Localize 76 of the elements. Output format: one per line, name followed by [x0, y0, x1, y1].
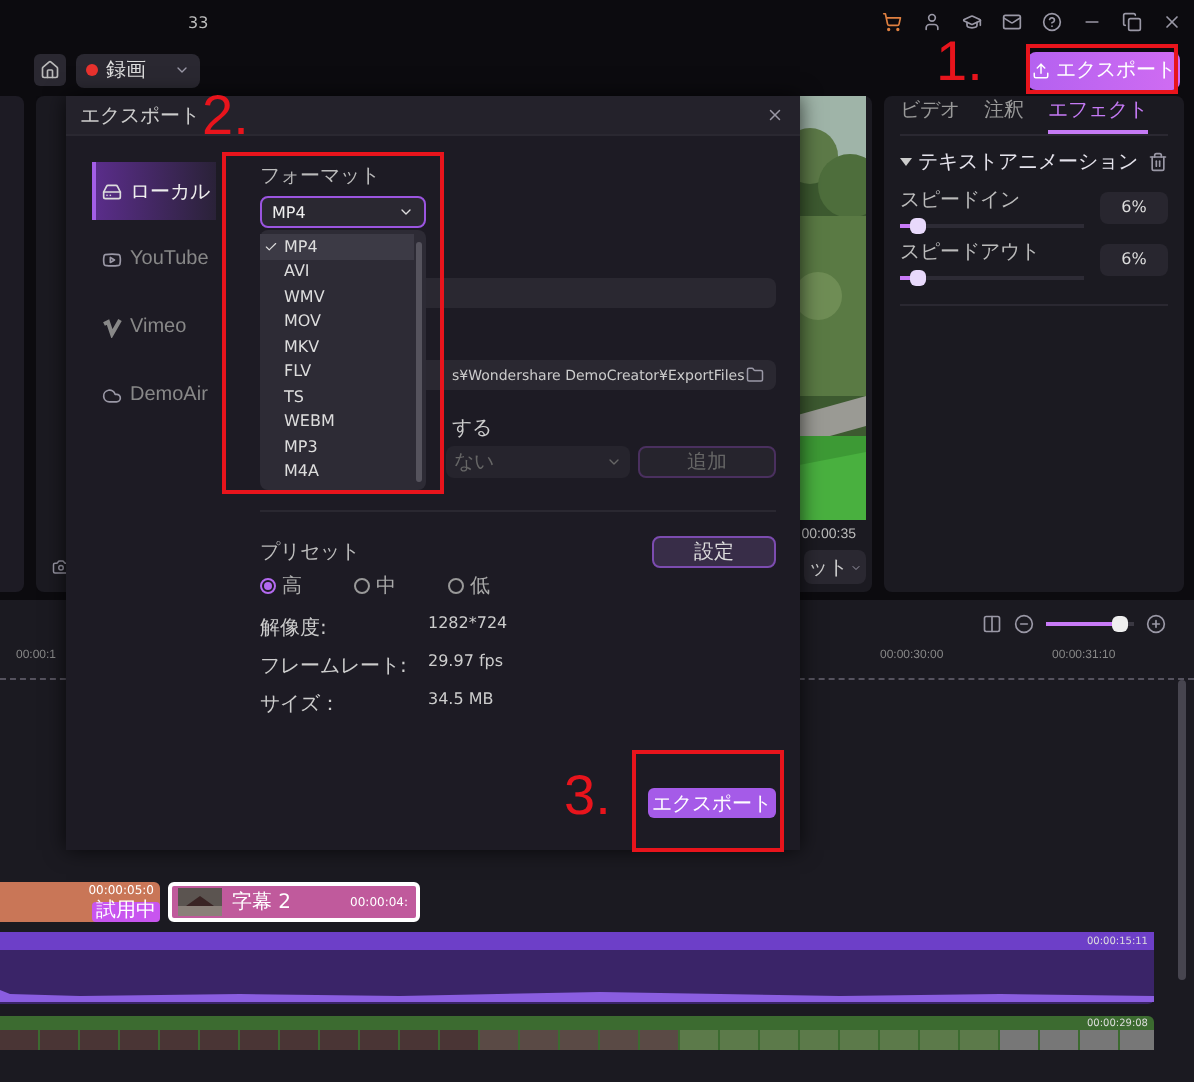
zoom-out-icon[interactable] — [1014, 614, 1034, 634]
quality-radio[interactable]: 低 — [448, 572, 490, 600]
export-button[interactable]: エクスポート — [648, 788, 776, 818]
restore-icon[interactable] — [1122, 12, 1142, 32]
format-select[interactable]: MP4 — [260, 196, 426, 228]
check-icon — [264, 239, 278, 254]
counter-text: 33 — [188, 13, 211, 31]
quality-radio[interactable]: 高 — [260, 572, 302, 600]
panel-tab[interactable]: ビデオ — [900, 96, 960, 134]
graduation-cap-icon[interactable] — [962, 12, 982, 32]
upload-icon — [1032, 61, 1050, 79]
trash-icon[interactable] — [1148, 152, 1168, 172]
folder-icon[interactable] — [746, 366, 764, 384]
home-icon — [40, 60, 60, 80]
settings-button[interactable]: 設定 — [652, 536, 776, 568]
user-icon[interactable] — [922, 12, 942, 32]
step-number: 1. — [936, 34, 983, 90]
v-icon — [102, 317, 122, 337]
nav-item[interactable]: DemoAir — [92, 366, 216, 424]
mail-icon[interactable] — [1002, 12, 1022, 32]
caret-icon[interactable] — [900, 156, 912, 168]
chevron-down-icon — [606, 454, 622, 470]
panel-tab[interactable]: エフェクト — [1048, 96, 1148, 134]
zoom-in-icon[interactable] — [1146, 614, 1166, 634]
step-number: 3. — [564, 768, 611, 824]
record-dropdown[interactable]: 録画 — [76, 53, 200, 87]
quality-radio[interactable]: 中 — [354, 572, 396, 600]
format-option[interactable]: FLV — [260, 359, 414, 384]
value-field[interactable]: 6% — [1100, 243, 1168, 275]
field-label: フォーマット — [260, 164, 382, 190]
chevron-down-icon — [850, 561, 862, 573]
drive-icon — [102, 181, 122, 201]
split-view-icon[interactable] — [982, 614, 1002, 634]
play-icon — [102, 249, 122, 269]
slider-thumb[interactable] — [910, 218, 927, 234]
nav-item[interactable]: Vimeo — [92, 298, 216, 356]
slider-thumb[interactable] — [910, 270, 927, 286]
field-label: プリセット — [260, 539, 360, 566]
option-text: する — [452, 416, 494, 442]
format-option[interactable]: AVI — [260, 259, 414, 284]
value-field[interactable]: 6% — [1100, 191, 1168, 223]
info-label: サイズ： — [260, 692, 342, 718]
format-option[interactable]: WEBM — [260, 409, 414, 434]
step-number: 2. — [202, 88, 249, 144]
chevron-down-icon — [174, 62, 190, 78]
format-option[interactable]: MP3 — [260, 434, 414, 459]
format-option[interactable]: MOV — [260, 309, 414, 334]
slider-label: スピードイン — [900, 188, 1022, 214]
nav-item[interactable]: YouTube — [92, 230, 216, 288]
info-value: 1282*724 — [428, 614, 510, 636]
slider-label: スピードアウト — [900, 240, 1042, 266]
camera-icon[interactable] — [52, 558, 70, 576]
format-option[interactable]: M4A — [260, 459, 414, 484]
cart-icon[interactable] — [882, 12, 902, 32]
panel-tab[interactable]: 注釈 — [984, 96, 1024, 134]
zoom-thumb[interactable] — [1112, 616, 1129, 632]
clip-title: 字幕 2 — [232, 889, 294, 916]
close-icon[interactable] — [1162, 12, 1182, 32]
format-option[interactable]: TS — [260, 384, 414, 409]
help-icon[interactable] — [1042, 12, 1062, 32]
home-button[interactable] — [34, 54, 66, 86]
info-label: フレームレート: — [260, 654, 409, 680]
info-value: 29.97 fps — [428, 652, 506, 674]
close-icon[interactable] — [766, 106, 784, 124]
dialog-title: エクスポート — [80, 103, 200, 129]
format-option[interactable]: MP4 — [260, 234, 414, 259]
trial-badge: 試用中 — [92, 902, 160, 922]
cloud-icon — [102, 385, 122, 405]
section-title: テキストアニメーション — [918, 150, 1140, 176]
mode-dropdown[interactable]: ット — [804, 550, 866, 584]
format-option[interactable]: MKV — [260, 334, 414, 359]
info-label: 解像度: — [260, 615, 329, 642]
chevron-down-icon — [398, 204, 414, 220]
info-value: 34.5 MB — [428, 690, 496, 712]
format-option[interactable]: WMV — [260, 284, 414, 309]
nav-item[interactable]: ローカル — [92, 162, 216, 220]
